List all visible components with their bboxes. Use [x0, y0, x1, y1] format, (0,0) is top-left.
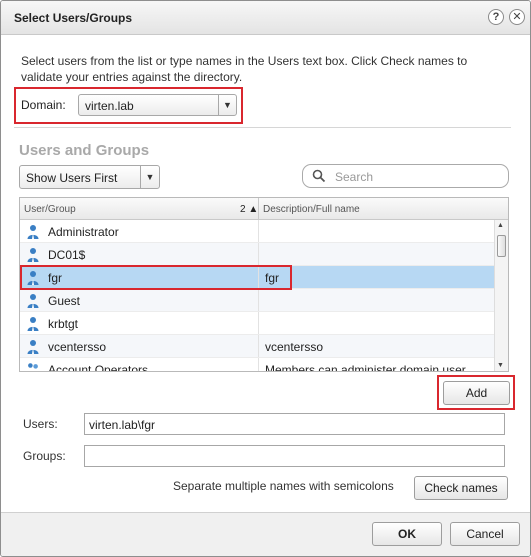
user-icon: [26, 293, 40, 308]
separator-hint: Separate multiple names with semicolons: [173, 479, 394, 493]
search-input[interactable]: Search: [302, 164, 509, 188]
grid-header: User/Group 2 ▲ Description/Full name: [20, 198, 508, 220]
filter-dropdown[interactable]: Show Users First ▼: [19, 165, 160, 189]
user-icon: [26, 247, 40, 262]
groups-label: Groups:: [23, 449, 66, 463]
selected-row-highlight-box: [20, 265, 292, 290]
title-bar: Select Users/Groups ? ✕: [1, 1, 530, 35]
ok-button[interactable]: OK: [372, 522, 442, 546]
column-divider[interactable]: [258, 198, 259, 220]
chevron-down-icon[interactable]: ▼: [218, 95, 236, 115]
users-value: virten.lab\fgr: [89, 418, 156, 432]
table-row[interactable]: Guest: [20, 289, 494, 312]
scroll-down-icon[interactable]: ▼: [497, 362, 504, 369]
cancel-button[interactable]: Cancel: [450, 522, 520, 546]
row-name: Account Operators: [48, 363, 149, 372]
filter-value: Show Users First: [26, 171, 118, 185]
scrollbar-thumb[interactable]: [497, 235, 506, 257]
grid-scrollbar[interactable]: ▲ ▼: [494, 220, 508, 371]
row-name: Guest: [48, 294, 81, 308]
column-divider: [258, 312, 259, 334]
grid-rows: Administrator DC01$ fgr fgr Guest krbtgt vcent…: [20, 220, 494, 372]
search-icon: [312, 169, 326, 183]
close-icon[interactable]: ✕: [509, 9, 525, 25]
column-header-description[interactable]: Description/Full name: [263, 204, 360, 215]
users-label: Users:: [23, 417, 58, 431]
domain-value: virten.lab: [85, 99, 134, 113]
row-description: vcentersso: [265, 340, 324, 354]
groups-input[interactable]: [84, 445, 505, 467]
instructions-text: Select users from the list or type names…: [21, 54, 468, 84]
column-header-user-group[interactable]: User/Group: [24, 204, 76, 215]
row-name: krbtgt: [48, 317, 79, 331]
users-input[interactable]: virten.lab\fgr: [84, 413, 505, 435]
table-row[interactable]: DC01$: [20, 243, 494, 266]
scroll-up-icon[interactable]: ▲: [497, 222, 504, 229]
row-name: DC01$: [48, 248, 86, 262]
divider: [14, 127, 511, 128]
table-row[interactable]: Administrator: [20, 220, 494, 243]
table-row[interactable]: Account Operators Members can administer …: [20, 358, 494, 372]
column-divider: [258, 335, 259, 357]
user-icon: [26, 224, 40, 239]
domain-dropdown[interactable]: virten.lab ▼: [78, 94, 237, 116]
column-divider: [258, 220, 259, 242]
domain-label: Domain:: [21, 98, 66, 112]
check-names-button[interactable]: Check names: [414, 476, 508, 500]
column-divider: [258, 358, 259, 371]
user-icon: [26, 316, 40, 331]
user-icon: [26, 339, 40, 354]
section-title: Users and Groups: [19, 142, 150, 159]
table-row[interactable]: vcentersso vcentersso: [20, 335, 494, 358]
select-users-groups-dialog: Select Users/Groups ? ✕ Select users fro…: [0, 0, 531, 557]
sort-indicator[interactable]: 2 ▲: [240, 204, 258, 215]
group-icon: [26, 362, 40, 371]
dialog-title: Select Users/Groups: [14, 11, 133, 25]
column-divider: [258, 289, 259, 311]
row-description: Members can administer domain user: [265, 363, 466, 372]
row-name: vcentersso: [48, 340, 107, 354]
search-placeholder: Search: [335, 170, 374, 184]
chevron-down-icon[interactable]: ▼: [140, 166, 159, 188]
help-icon[interactable]: ?: [488, 9, 504, 25]
column-divider: [258, 243, 259, 265]
add-button[interactable]: Add: [443, 381, 510, 405]
table-row[interactable]: krbtgt: [20, 312, 494, 335]
row-name: Administrator: [48, 225, 119, 239]
